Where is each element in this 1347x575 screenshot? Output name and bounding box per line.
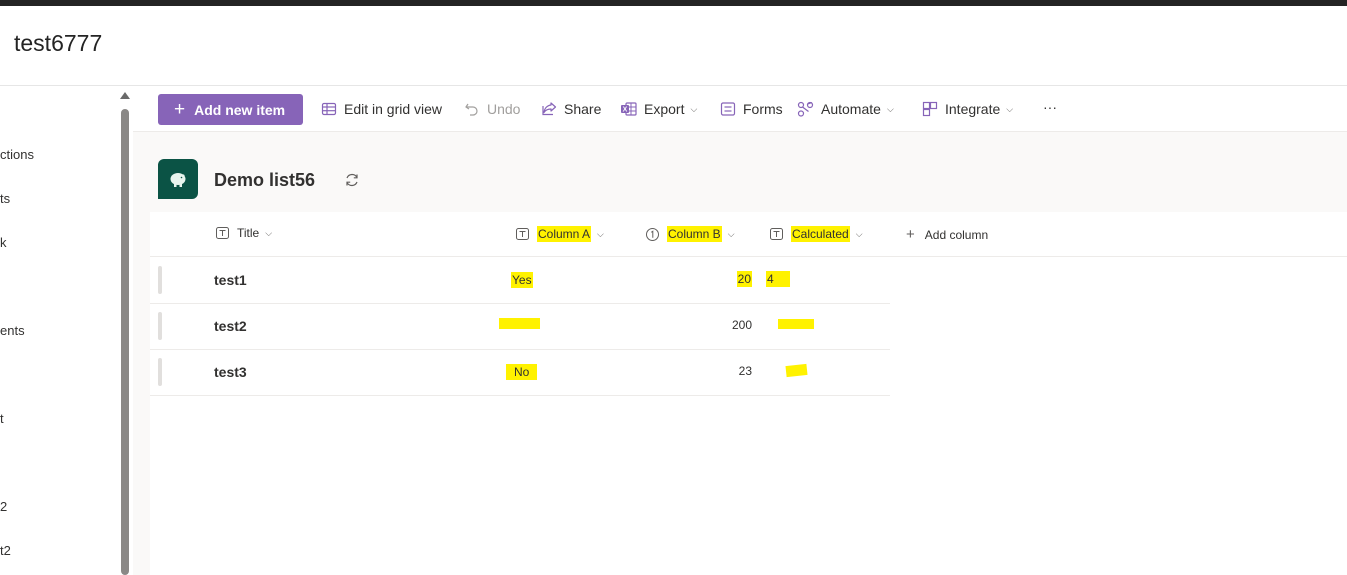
nav-item[interactable]: k (0, 235, 7, 250)
share-label: Share (564, 101, 602, 117)
cell-title[interactable]: test3 (214, 364, 247, 380)
column-header-column-a[interactable]: Column A ⌵ (516, 226, 604, 242)
forms-label: Forms (743, 101, 783, 117)
list-header: Demo list56 (158, 159, 358, 199)
add-column-button[interactable]: + Add column (906, 226, 988, 243)
text-column-icon (516, 228, 529, 240)
text-column-icon (770, 228, 783, 240)
chevron-down-icon: ⌵ (597, 228, 604, 239)
column-a-label: Column A (537, 226, 592, 242)
automate-icon (797, 101, 814, 117)
table-row[interactable]: test1 Yes 20 4 (150, 257, 890, 304)
edit-grid-view-label: Edit in grid view (344, 101, 443, 117)
grid-header: Title ⌵ Column A ⌵ Column B ⌵ Calculated… (150, 212, 1347, 257)
row-select-handle[interactable] (158, 266, 162, 294)
edit-grid-view-button[interactable]: Edit in grid view (321, 99, 442, 119)
chevron-down-icon: ⌵ (886, 103, 894, 114)
row-select-handle[interactable] (158, 358, 162, 386)
export-label: Export (644, 101, 685, 117)
more-icon: ··· (1043, 99, 1057, 115)
grid-view-icon (321, 102, 337, 116)
column-header-calculated[interactable]: Calculated ⌵ (770, 226, 863, 242)
scroll-up-arrow-icon[interactable] (120, 92, 130, 99)
cell-calculated: 4 (766, 271, 790, 287)
nav-scrollbar[interactable] (118, 87, 132, 575)
column-header-column-b[interactable]: Column B ⌵ (646, 226, 735, 242)
automate-button[interactable]: Automate ⌵ (797, 99, 894, 119)
site-header: test6777 (0, 6, 1347, 86)
piggy-bank-icon (170, 173, 186, 187)
table-row[interactable]: test3 No 23 (150, 349, 890, 396)
nav-item[interactable]: t2 (0, 543, 11, 558)
nav-item[interactable]: ents (0, 323, 25, 338)
command-bar: + Add new item Edit in grid view Undo Sh… (133, 87, 1347, 132)
column-title-label: Title (237, 226, 260, 240)
list-grid: Title ⌵ Column A ⌵ Column B ⌵ Calculated… (150, 212, 1347, 575)
chevron-down-icon: ⌵ (855, 228, 863, 239)
nav-item[interactable]: t (0, 411, 4, 426)
list-title: Demo list56 (214, 170, 316, 190)
cell-column-b: 200 (731, 318, 752, 332)
cell-title[interactable]: test2 (214, 318, 247, 334)
chevron-down-icon: ⌵ (265, 227, 273, 238)
left-navigation: ctions ts k ents t 2 t2 (0, 87, 118, 575)
forms-button[interactable]: Forms (720, 99, 783, 119)
chevron-down-icon: ⌵ (1006, 103, 1014, 114)
undo-button[interactable]: Undo (464, 99, 520, 119)
more-button[interactable]: ··· (1043, 97, 1057, 117)
add-column-icon: + (906, 226, 915, 243)
integrate-icon (922, 101, 938, 117)
add-new-item-button[interactable]: + Add new item (158, 94, 303, 125)
integrate-button[interactable]: Integrate ⌵ (922, 99, 1013, 119)
excel-icon: X (621, 102, 637, 116)
undo-label: Undo (487, 101, 521, 117)
integrate-label: Integrate (945, 101, 1001, 117)
export-button[interactable]: X Export ⌵ (620, 99, 697, 119)
automate-label: Automate (821, 101, 881, 117)
cell-calculated-value: 4 (766, 271, 790, 287)
chevron-down-icon: ⌵ (690, 103, 698, 114)
highlight-mark (499, 318, 540, 329)
nav-item[interactable]: ctions (0, 147, 34, 162)
forms-icon (720, 102, 736, 116)
svg-text:X: X (623, 107, 628, 114)
cell-column-a: Yes (511, 272, 533, 288)
main-content: + Add new item Edit in grid view Undo Sh… (133, 87, 1347, 575)
chevron-down-icon: ⌵ (727, 228, 735, 239)
share-button[interactable]: Share (541, 99, 601, 119)
add-column-label: Add column (924, 227, 989, 242)
cell-column-b-value: 20 (736, 271, 752, 287)
column-header-title[interactable]: Title ⌵ (216, 226, 272, 240)
table-row[interactable]: test2 200 (150, 303, 890, 350)
cell-column-b: 20 (692, 271, 752, 287)
nav-item[interactable]: 2 (0, 499, 7, 514)
share-icon (542, 102, 557, 116)
highlight-mark (785, 363, 808, 378)
column-b-label: Column B (667, 226, 722, 242)
plus-icon: + (174, 99, 186, 120)
scroll-thumb[interactable] (121, 109, 129, 575)
cell-column-a: No (506, 364, 538, 380)
calculated-label: Calculated (791, 226, 850, 242)
number-column-icon (646, 227, 659, 241)
cell-column-b: 23 (738, 364, 752, 378)
row-select-handle[interactable] (158, 312, 162, 340)
nav-item[interactable]: ts (0, 191, 10, 206)
text-column-icon (216, 227, 229, 239)
highlight-mark (778, 319, 814, 329)
list-icon (158, 159, 198, 199)
refresh-icon[interactable] (344, 172, 360, 188)
cell-title[interactable]: test1 (214, 272, 247, 288)
add-new-item-label: Add new item (194, 101, 286, 118)
undo-icon (465, 103, 478, 116)
site-title[interactable]: test6777 (14, 30, 102, 57)
